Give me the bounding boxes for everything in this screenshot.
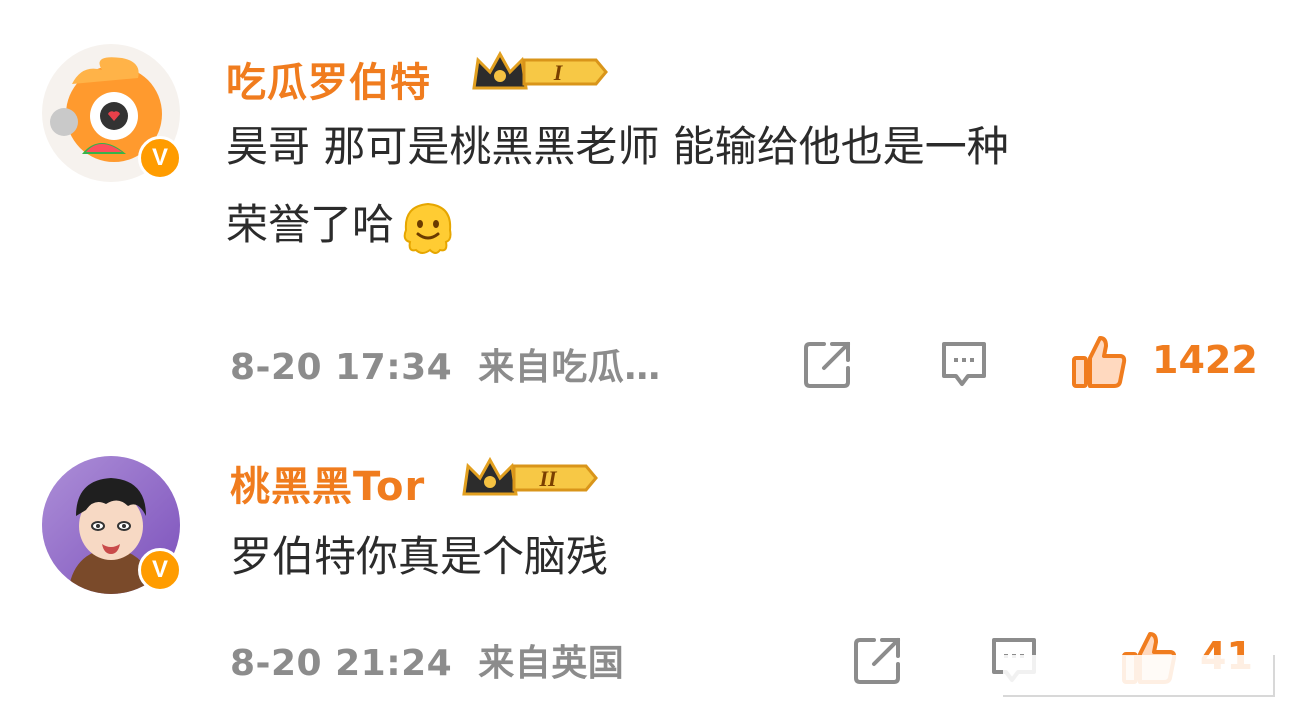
like-count: 1422 — [1152, 338, 1258, 382]
comment-icon[interactable] — [938, 338, 990, 390]
verified-badge: V — [138, 136, 182, 180]
comment-item: V 吃瓜罗伯特 I 昊哥 那可是桃黑黑老师 能输给他也是一种 荣誉了哈 8-20… — [0, 0, 1289, 400]
username[interactable]: 桃黑黑Tor — [230, 454, 425, 512]
comment-text: 昊哥 那可是桃黑黑老师 能输给他也是一种 — [226, 122, 1009, 171]
share-icon[interactable] — [802, 338, 854, 390]
avatar[interactable]: V — [42, 44, 182, 182]
verified-badge: V — [138, 548, 182, 592]
comment-meta: 8-20 17:34 来自吃瓜… — [230, 338, 661, 390]
comment-text: 罗伯特你真是个脑残 — [230, 532, 609, 581]
timestamp: 8-20 17:34 — [230, 347, 453, 388]
comment-meta: 8-20 21:24 来自英国 — [230, 634, 624, 686]
avatar[interactable]: V — [42, 456, 182, 594]
username[interactable]: 吃瓜罗伯特 — [226, 50, 431, 108]
rank-label: I — [553, 60, 564, 85]
watermark-overlay — [1003, 655, 1275, 697]
timestamp: 8-20 21:24 — [230, 643, 453, 684]
like-icon[interactable] — [1070, 334, 1128, 392]
rank-crown-badge: I — [472, 50, 608, 90]
rank-crown-badge: II — [462, 456, 598, 496]
share-icon[interactable] — [852, 634, 904, 686]
comment-text-line2: 荣誉了哈 — [226, 200, 395, 249]
source: 来自英国 — [478, 643, 625, 684]
comment-text-continued: 荣誉了哈 — [226, 190, 460, 260]
source: 来自吃瓜… — [478, 347, 661, 388]
melting-face-emoji — [403, 202, 452, 254]
rank-label: II — [538, 466, 558, 491]
